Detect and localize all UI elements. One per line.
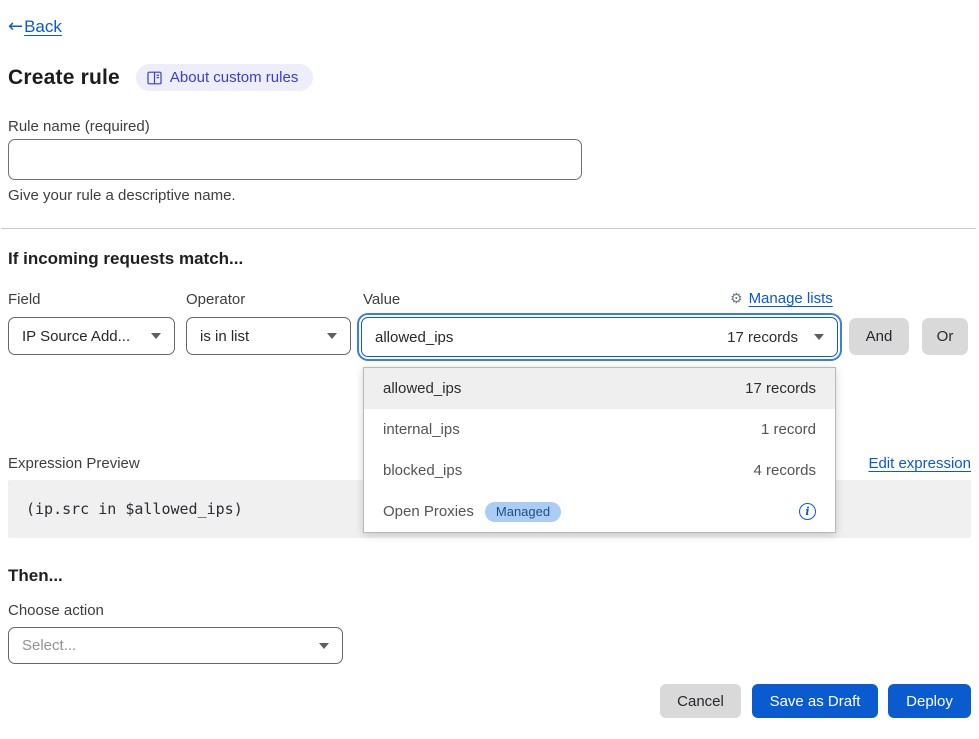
- chevron-down-icon: [319, 643, 329, 649]
- list-item-name: allowed_ips: [383, 380, 461, 397]
- action-select[interactable]: Select...: [8, 627, 343, 664]
- list-item-internal-ips[interactable]: internal_ips 1 record: [364, 409, 835, 450]
- list-item-count: 17 records: [745, 380, 816, 397]
- operator-label: Operator: [186, 291, 245, 308]
- action-select-placeholder: Select...: [22, 637, 76, 654]
- rule-name-input[interactable]: [8, 139, 582, 180]
- choose-action-label: Choose action: [8, 602, 104, 619]
- list-item-name: Open Proxies: [383, 503, 474, 520]
- list-item-count: 4 records: [753, 462, 816, 479]
- operator-select[interactable]: is in list: [186, 317, 351, 355]
- list-item-name: internal_ips: [383, 421, 460, 438]
- back-link[interactable]: ←Back: [8, 16, 62, 37]
- info-icon[interactable]: i: [799, 503, 816, 520]
- list-item-open-proxies[interactable]: Open Proxies Managed i: [364, 491, 835, 532]
- rule-name-helper: Give your rule a descriptive name.: [8, 187, 236, 204]
- chevron-down-icon: [151, 333, 161, 339]
- field-select[interactable]: IP Source Add...: [8, 317, 175, 355]
- gear-icon: ⚙: [730, 291, 743, 307]
- managed-badge: Managed: [485, 502, 561, 522]
- about-badge-label: About custom rules: [170, 69, 298, 86]
- page-title: Create rule: [8, 66, 120, 90]
- value-select[interactable]: allowed_ips 17 records: [361, 317, 838, 357]
- list-item-name: blocked_ips: [383, 462, 462, 479]
- list-item-allowed-ips[interactable]: allowed_ips 17 records: [364, 368, 835, 409]
- list-item-blocked-ips[interactable]: blocked_ips 4 records: [364, 450, 835, 491]
- expression-preview-label: Expression Preview: [8, 455, 140, 472]
- chevron-down-icon: [327, 333, 337, 339]
- chevron-down-icon: [814, 334, 824, 340]
- operator-select-value: is in list: [200, 328, 249, 345]
- value-select-records: 17 records: [727, 329, 798, 346]
- section-divider: [1, 228, 976, 229]
- value-label: Value: [363, 291, 400, 308]
- about-custom-rules-link[interactable]: About custom rules: [136, 64, 313, 91]
- expression-code: (ip.src in $allowed_ips): [26, 500, 243, 518]
- field-select-value: IP Source Add...: [22, 328, 130, 345]
- field-label: Field: [8, 291, 41, 308]
- cancel-button[interactable]: Cancel: [660, 684, 741, 718]
- value-dropdown-panel: allowed_ips 17 records internal_ips 1 re…: [363, 367, 836, 533]
- then-heading: Then...: [8, 566, 63, 586]
- manage-lists-link[interactable]: ⚙ Manage lists: [730, 290, 833, 307]
- deploy-button[interactable]: Deploy: [888, 684, 971, 718]
- edit-expression-link[interactable]: Edit expression: [868, 455, 971, 472]
- back-label: Back: [24, 17, 62, 37]
- manage-lists-label: Manage lists: [749, 290, 833, 307]
- title-row: Create rule About custom rules: [8, 64, 313, 91]
- create-rule-page: ←Back Create rule About custom rules Rul…: [0, 0, 979, 739]
- rule-name-label: Rule name (required): [8, 118, 150, 135]
- book-icon: [147, 71, 162, 85]
- value-select-value: allowed_ips: [375, 329, 453, 346]
- back-arrow-icon: ←: [8, 16, 23, 37]
- match-heading: If incoming requests match...: [8, 249, 243, 269]
- list-item-count: 1 record: [761, 421, 816, 438]
- or-button[interactable]: Or: [922, 318, 968, 355]
- and-button[interactable]: And: [849, 318, 909, 355]
- save-as-draft-button[interactable]: Save as Draft: [752, 684, 878, 718]
